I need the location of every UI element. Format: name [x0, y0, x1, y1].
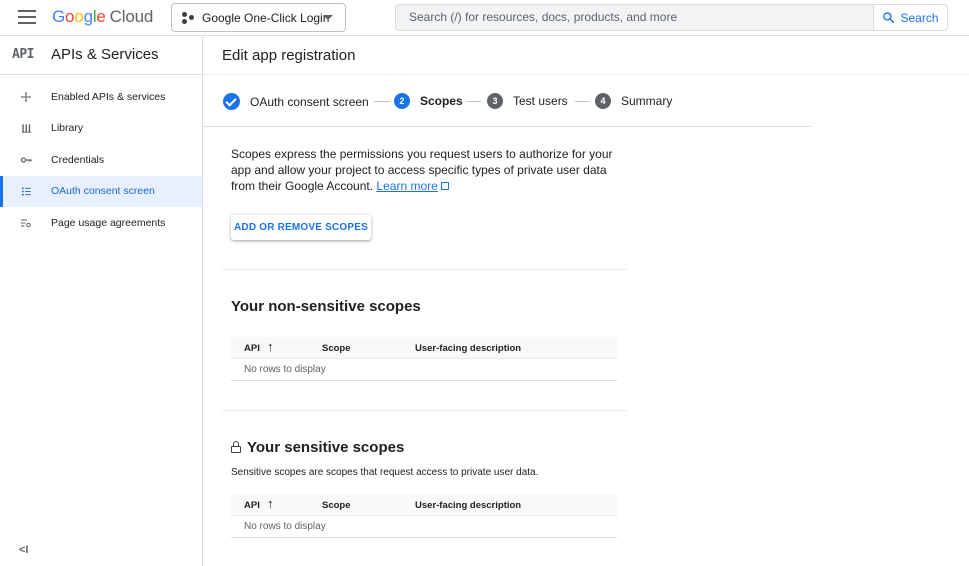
- logo-letter: e: [96, 7, 106, 26]
- sidebar-item-label: Page usage agreements: [51, 216, 166, 229]
- step-label: Test users: [513, 94, 568, 108]
- step-test-users[interactable]: 3 Test users: [487, 93, 568, 109]
- stepper: OAuth consent screen 2 Scopes 3 Test use…: [203, 76, 811, 127]
- project-name: Google One-Click Login: [202, 10, 330, 25]
- sidebar-item-enabled-apis[interactable]: Enabled APIs & services: [0, 81, 202, 113]
- step-number: 3: [487, 93, 503, 109]
- logo-letter: o: [65, 7, 75, 26]
- column-scope[interactable]: Scope: [322, 500, 351, 511]
- step-label: OAuth consent screen: [250, 94, 369, 109]
- lock-icon: [231, 441, 241, 453]
- add-or-remove-scopes-button[interactable]: ADD OR REMOVE SCOPES: [231, 215, 371, 240]
- step-connector: [374, 101, 390, 102]
- sensitive-scopes-title: Your sensitive scopes: [231, 439, 404, 456]
- check-circle-icon: [223, 93, 240, 110]
- move-icon: [19, 90, 33, 104]
- table-header: API ↑ Scope User-facing description: [231, 337, 617, 359]
- column-scope[interactable]: Scope: [322, 343, 351, 354]
- step-summary[interactable]: 4 Summary: [595, 93, 672, 109]
- step-number: 2: [394, 93, 410, 109]
- page-header: Edit app registration: [203, 37, 969, 75]
- library-icon: [19, 121, 33, 135]
- sidebar-item-oauth-consent-screen[interactable]: OAuth consent screen: [0, 175, 202, 207]
- logo-suffix: Cloud: [109, 7, 154, 26]
- sidebar-nav: Enabled APIs & services Library Credenti…: [0, 81, 202, 239]
- column-api[interactable]: API: [244, 500, 260, 511]
- scopes-intro: Scopes express the permissions you reque…: [231, 146, 621, 194]
- non-sensitive-scopes-title: Your non-sensitive scopes: [231, 298, 421, 315]
- column-description[interactable]: User-facing description: [415, 500, 521, 511]
- divider: [222, 410, 627, 411]
- sort-arrow-icon[interactable]: ↑: [267, 496, 274, 511]
- logo-letter: g: [83, 7, 93, 26]
- sidebar-item-label: Credentials: [51, 153, 105, 166]
- project-icon: [182, 11, 196, 24]
- sensitive-scopes-title-text: Your sensitive scopes: [247, 439, 405, 456]
- collapse-sidebar-icon[interactable]: <I: [19, 544, 28, 556]
- sidebar-item-page-usage-agreements[interactable]: Page usage agreements: [0, 207, 202, 239]
- empty-message: No rows to display: [244, 521, 326, 532]
- step-number: 4: [595, 93, 611, 109]
- non-sensitive-scopes-table: API ↑ Scope User-facing description No r…: [231, 337, 617, 381]
- divider: [222, 269, 627, 270]
- sensitive-scopes-description: Sensitive scopes are scopes that request…: [231, 467, 539, 478]
- table-empty-row: No rows to display: [231, 359, 617, 381]
- search-button[interactable]: Search: [873, 4, 948, 31]
- column-api[interactable]: API: [244, 343, 260, 354]
- step-scopes[interactable]: 2 Scopes: [394, 93, 463, 109]
- empty-message: No rows to display: [244, 364, 326, 375]
- learn-more-label: Learn more: [376, 179, 438, 193]
- sidebar-item-label: Enabled APIs & services: [51, 90, 166, 103]
- table-empty-row: No rows to display: [231, 516, 617, 538]
- top-bar: Google Cloud Google One-Click Login Searc…: [0, 0, 969, 36]
- step-connector: [467, 101, 481, 102]
- sidebar-title: APIs & Services: [51, 46, 159, 63]
- sidebar-item-label: Library: [51, 122, 84, 135]
- logo-letter: G: [52, 7, 66, 26]
- learn-more-link[interactable]: Learn more: [376, 179, 437, 193]
- table-header: API ↑ Scope User-facing description: [231, 494, 617, 516]
- logo-letter: o: [74, 7, 84, 26]
- step-label: Summary: [621, 94, 673, 108]
- api-icon: API: [12, 47, 34, 62]
- step-oauth-consent-screen[interactable]: OAuth consent screen: [223, 93, 369, 110]
- step-label: Scopes: [420, 94, 463, 108]
- sidebar-item-library[interactable]: Library: [0, 113, 202, 145]
- consent-icon: [19, 184, 33, 198]
- external-link-icon: [440, 182, 449, 190]
- page-title: Edit app registration: [222, 47, 356, 64]
- sensitive-scopes-table: API ↑ Scope User-facing description No r…: [231, 494, 617, 538]
- search-input[interactable]: Search (/) for resources, docs, products…: [395, 4, 873, 31]
- key-icon: [19, 153, 33, 167]
- sidebar-header: API APIs & Services: [0, 37, 202, 75]
- sidebar-item-credentials[interactable]: Credentials: [0, 144, 202, 176]
- menu-icon[interactable]: [18, 10, 36, 26]
- search-button-label: Search: [900, 10, 939, 25]
- settings-list-icon: [19, 216, 33, 230]
- project-selector[interactable]: Google One-Click Login: [171, 3, 346, 32]
- column-description[interactable]: User-facing description: [415, 343, 521, 354]
- sort-arrow-icon[interactable]: ↑: [267, 339, 274, 354]
- sidebar: API APIs & Services Enabled APIs & servi…: [0, 37, 203, 566]
- search-icon: [883, 12, 895, 24]
- step-connector: [575, 101, 589, 102]
- chevron-down-icon: [323, 15, 333, 20]
- google-cloud-logo[interactable]: Google Cloud: [52, 7, 153, 27]
- sidebar-item-label: OAuth consent screen: [51, 185, 155, 198]
